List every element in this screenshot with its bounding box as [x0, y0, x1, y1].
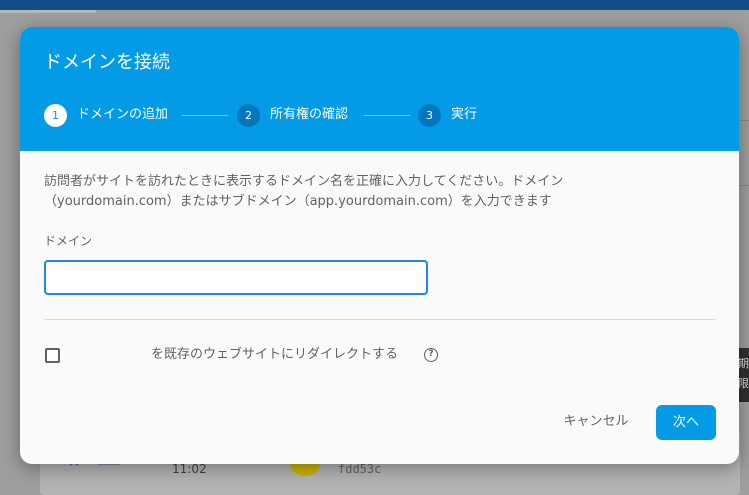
dialog-header: ドメインを接続 1 ドメインの追加 2 所有権の確認 3 実行 — [20, 27, 739, 151]
step-3-number: 3 — [418, 104, 441, 127]
domain-field-label: ドメイン — [44, 234, 93, 248]
background-hash: fdd53c — [338, 462, 382, 476]
redirect-label: を既存のウェブサイトにリダイレクトする — [151, 347, 399, 362]
intro-line-1: 訪問者がサイトを訪れたときに表示するドメイン名を正確に入力してください。ドメイン — [44, 174, 564, 189]
background-tab-indicator — [0, 10, 96, 13]
connect-domain-dialog: ドメインを接続 1 ドメインの追加 2 所有権の確認 3 実行 訪問者がサイトを… — [20, 27, 739, 464]
background-side-panel: 期 限 — [738, 348, 749, 402]
step-2-label: 所有権の確認 — [270, 107, 349, 122]
step-1-label: ドメインの追加 — [77, 107, 169, 122]
background-divider — [738, 120, 749, 121]
step-3-label: 実行 — [451, 107, 478, 122]
help-icon[interactable]: ? — [424, 348, 438, 362]
intro-line-2: （yourdomain.com）またはサブドメイン（app.yourdomain… — [44, 194, 552, 209]
domain-input[interactable] — [44, 260, 428, 295]
dialog-title: ドメインを接続 — [44, 52, 170, 73]
background-app-bar — [0, 0, 749, 10]
background-time: 11:02 — [172, 462, 207, 476]
intro-text: 訪問者がサイトを訪れたときに表示するドメイン名を正確に入力してください。ドメイン… — [44, 172, 716, 212]
cancel-button[interactable]: キャンセル — [548, 405, 644, 439]
next-button[interactable]: 次へ — [656, 405, 716, 440]
step-connector — [364, 115, 410, 116]
step-2-number: 2 — [237, 104, 260, 127]
step-1-number: 1 — [44, 104, 67, 127]
background-divider — [738, 185, 749, 186]
step-connector — [182, 115, 228, 116]
divider — [44, 319, 716, 320]
redirect-checkbox[interactable] — [45, 348, 60, 363]
